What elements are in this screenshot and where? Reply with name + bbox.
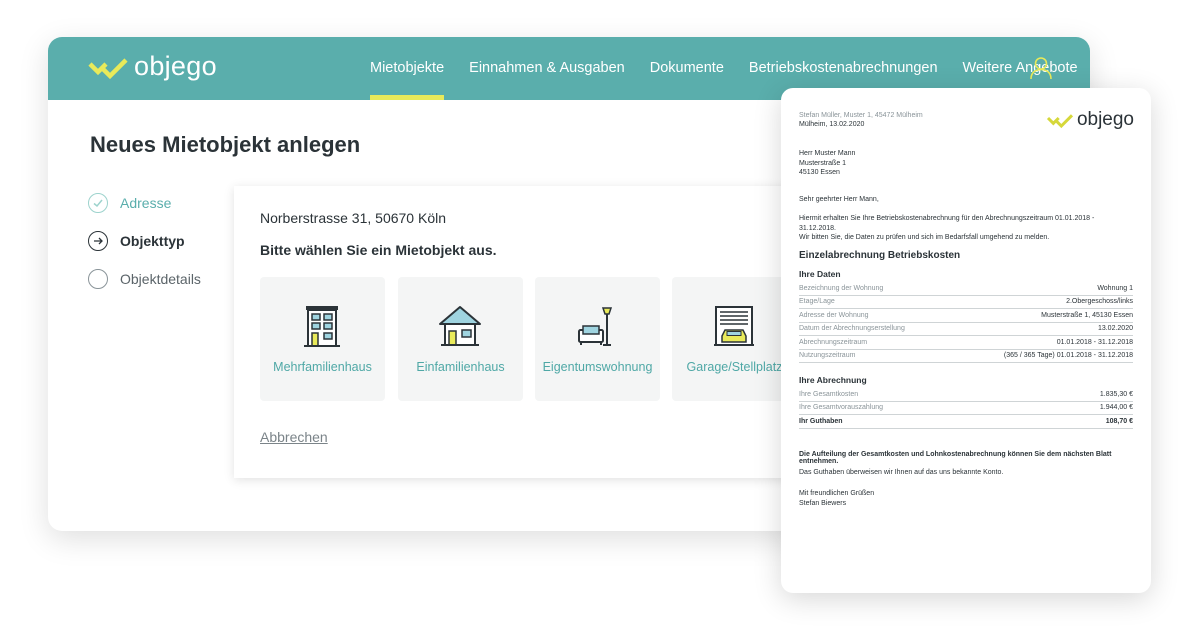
step-adresse[interactable]: Adresse [88, 184, 228, 222]
table-row: Etage/Lage 2.Obergeschoss/links [799, 296, 1133, 309]
step-pending-icon [88, 269, 108, 289]
row-label: Etage/Lage [799, 298, 835, 306]
nav-item-einnahmen-ausgaben[interactable]: Einnahmen & Ausgaben [469, 37, 625, 100]
row-label: Datum der Abrechnungserstellung [799, 325, 905, 333]
row-label: Bezeichnung der Wohnung [799, 284, 884, 292]
utility-bill-document: Stefan Müller, Muster 1, 45472 Mülheim M… [781, 88, 1151, 593]
tile-garage-stellplatz[interactable]: Garage/Stellplatz [672, 277, 794, 401]
row-value: 13.02.2020 [1097, 325, 1133, 333]
doc-note: Das Guthaben überweisen wir Ihnen auf da… [799, 469, 1004, 476]
tile-mehrfamilienhaus[interactable]: Mehrfamilienhaus [260, 277, 385, 401]
nav-item-dokumente[interactable]: Dokumente [650, 37, 724, 100]
row-value: 108,70 € [1105, 417, 1133, 425]
row-label: Abrechnungszeitraum [799, 338, 868, 346]
row-label: Nutzungszeitraum [799, 352, 856, 360]
brand-logo[interactable]: objego [88, 51, 217, 82]
nav-item-mietobjekte[interactable]: Mietobjekte [370, 37, 445, 100]
table-row: Nutzungszeitraum (365 / 365 Tage) 01.01.2… [799, 350, 1133, 363]
row-label: Ihre Gesamtvorauszahlung [799, 404, 884, 412]
doc-closing: Mit freundlichen Grüßen Stefan Biewers [799, 489, 1133, 508]
step-label: Objektdetails [120, 271, 201, 287]
row-value: 2.Obergeschoss/links [1066, 298, 1133, 306]
row-value: 1.835,30 € [1099, 390, 1133, 398]
sofa-lamp-icon [578, 307, 613, 346]
doc-recipient: Herr Muster Mann Musterstraße 1 45130 Es… [799, 149, 1133, 178]
table-row: Datum der Abrechnungserstellung 13.02.202… [799, 323, 1133, 336]
doc-billing-table: Ihre Gesamtkosten 1.835,30 € Ihre Gesamtv… [799, 388, 1133, 429]
garage-icon [714, 306, 754, 346]
object-type-card: Norberstrasse 31, 50670 Köln Bitte wähle… [234, 186, 794, 478]
table-row: Ihre Gesamtvorauszahlung 1.944,00 € [799, 402, 1133, 415]
table-row-total: Ihr Guthaben 108,70 € [799, 415, 1133, 429]
step-done-icon [88, 193, 108, 213]
doc-your-data-table: Bezeichnung der Wohnung Wohnung 1 Etage/L… [799, 282, 1133, 363]
tile-eigentumswohnung[interactable]: Eigentumswohnung [535, 277, 660, 401]
apartment-building-icon [304, 306, 340, 347]
cancel-link[interactable]: Abbrechen [260, 429, 328, 445]
recipient-line: Musterstraße 1 [799, 159, 847, 167]
wizard-steps: Adresse Objekttyp Objektdetails [88, 184, 228, 298]
doc-intro: Hiermit erhalten Sie Ihre Betriebskosten… [799, 214, 1133, 243]
doc-note-bold: Die Aufteilung der Gesamtkosten und Lohn… [799, 451, 1112, 465]
page-title: Neues Mietobjekt anlegen [90, 132, 361, 157]
row-label: Ihre Gesamtkosten [799, 390, 859, 398]
table-row: Ihre Gesamtkosten 1.835,30 € [799, 388, 1133, 402]
brand-name: objego [134, 51, 217, 81]
step-label: Objekttyp [120, 233, 185, 249]
doc-logo: objego [1046, 109, 1134, 131]
row-value: 01.01.2018 - 31.12.2018 [1056, 338, 1133, 346]
object-type-tiles: Mehrfamilienhaus Einfamilienhaus Eigentu… [260, 277, 794, 401]
row-value: Musterstraße 1, 45130 Essen [1041, 311, 1133, 319]
tile-label: Einfamilienhaus [416, 360, 505, 374]
table-row: Adresse der Wohnung Musterstraße 1, 45130… [799, 309, 1133, 323]
step-objekttyp[interactable]: Objekttyp [88, 222, 228, 260]
table-row: Bezeichnung der Wohnung Wohnung 1 [799, 282, 1133, 296]
select-prompt: Bitte wählen Sie ein Mietobjekt aus. [260, 242, 497, 258]
doc-logo-text: objego [1076, 109, 1134, 130]
doc-salutation: Sehr geehrter Herr Mann, [799, 196, 879, 203]
row-label: Adresse der Wohnung [799, 311, 869, 319]
intro-line: Hiermit erhalten Sie Ihre Betriebskosten… [799, 215, 1095, 232]
recipient-line: Herr Muster Mann [799, 150, 856, 157]
doc-heading: Einzelabrechnung Betriebskosten [799, 250, 961, 261]
user-account-icon[interactable] [1028, 55, 1054, 81]
tile-label: Garage/Stellplatz [686, 360, 783, 374]
table-row: Abrechnungszeitraum 01.01.2018 - 31.12.20… [799, 336, 1133, 350]
house-icon [439, 306, 481, 346]
row-value: 1.944,00 € [1099, 404, 1133, 412]
step-label: Adresse [120, 195, 172, 211]
doc-billing-title: Ihre Abrechnung [799, 375, 867, 385]
selected-address: Norberstrasse 31, 50670 Köln [260, 210, 446, 226]
tile-label: Eigentumswohnung [542, 360, 653, 374]
tile-einfamilienhaus[interactable]: Einfamilienhaus [398, 277, 523, 401]
doc-your-data-title: Ihre Daten [799, 269, 841, 279]
row-value: Wohnung 1 [1097, 284, 1133, 292]
row-label: Ihr Guthaben [799, 417, 843, 425]
objego-logo-icon [1046, 114, 1073, 129]
recipient-line: 45130 Essen [799, 169, 840, 176]
closing-line: Mit freundlichen Grüßen [799, 490, 875, 497]
step-objektdetails[interactable]: Objektdetails [88, 260, 228, 298]
objego-logo-icon [88, 57, 128, 79]
tile-label: Mehrfamilienhaus [273, 360, 372, 374]
closing-line: Stefan Biewers [799, 499, 847, 507]
intro-line: Wir bitten Sie, die Daten zu prüfen und … [799, 234, 1050, 241]
row-value: (365 / 365 Tage) 01.01.2018 - 31.12.2018 [1003, 352, 1133, 360]
step-current-arrow-icon [88, 231, 108, 251]
